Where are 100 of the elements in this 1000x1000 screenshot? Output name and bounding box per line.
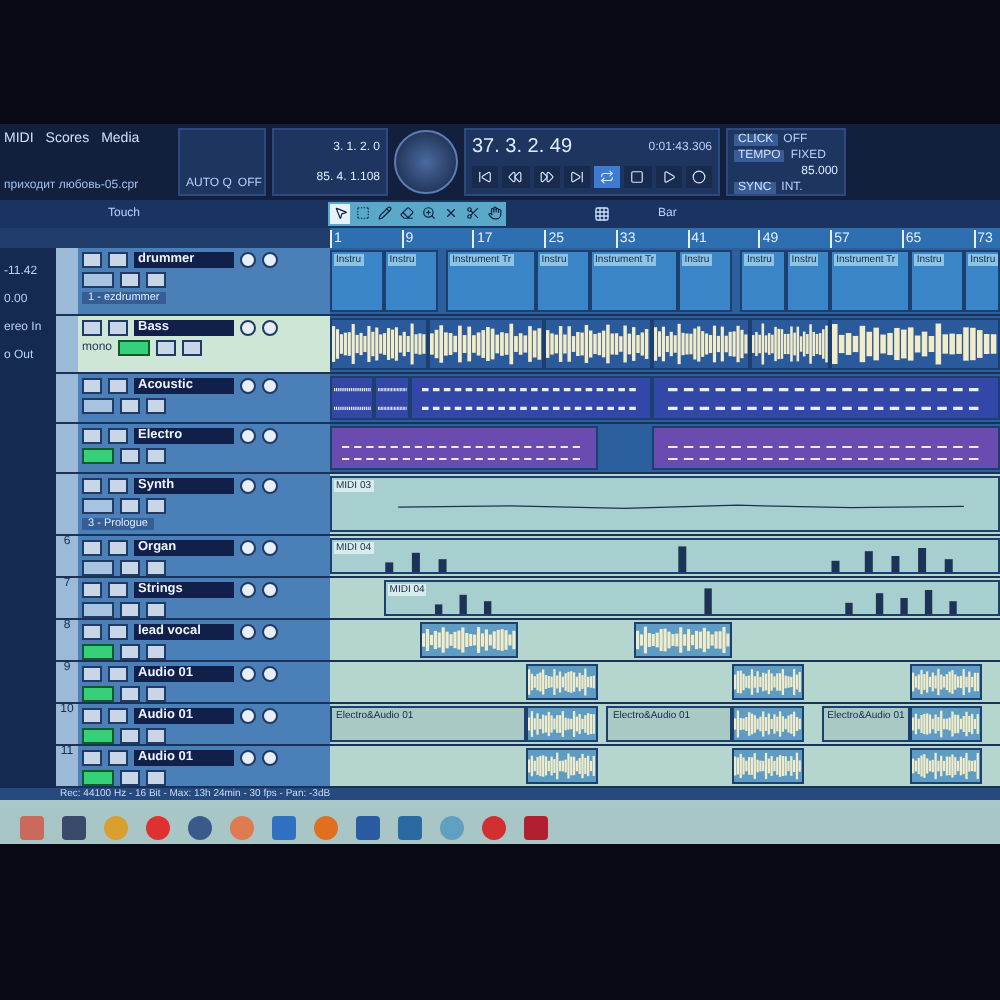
audio-event[interactable] xyxy=(732,747,804,784)
insert-button[interactable] xyxy=(146,497,166,514)
midi-event[interactable] xyxy=(410,375,652,420)
solo-button[interactable] xyxy=(108,749,128,766)
audio-event[interactable] xyxy=(651,317,750,370)
round-app-icon[interactable] xyxy=(146,815,170,840)
record-enable-button[interactable] xyxy=(240,477,256,494)
edit-button[interactable] xyxy=(120,397,140,414)
monitor-button[interactable] xyxy=(82,271,114,288)
monitor-dot-button[interactable] xyxy=(262,539,278,556)
transport-button[interactable] xyxy=(502,166,529,188)
audio-event[interactable] xyxy=(732,705,804,742)
mute-button[interactable] xyxy=(82,665,102,682)
square-app-icon[interactable] xyxy=(398,815,422,840)
monitor-button[interactable] xyxy=(82,559,114,576)
audio-event[interactable] xyxy=(633,621,732,658)
edit-button[interactable] xyxy=(120,497,140,514)
monitor-button[interactable] xyxy=(82,601,114,618)
audio-event[interactable] xyxy=(419,621,518,658)
edit-button[interactable] xyxy=(120,643,140,660)
mute-button[interactable] xyxy=(82,477,102,494)
solo-button[interactable] xyxy=(108,581,128,598)
record-enable-button[interactable] xyxy=(240,623,256,640)
edit-button[interactable] xyxy=(120,271,140,288)
monitor-dot-button[interactable] xyxy=(262,665,278,682)
solo-button[interactable] xyxy=(108,539,128,556)
monitor-dot-button[interactable] xyxy=(262,581,278,598)
monitor-button[interactable] xyxy=(82,769,114,786)
edit-button[interactable] xyxy=(120,769,140,786)
stop-button[interactable] xyxy=(624,166,651,188)
edit-button[interactable] xyxy=(120,727,140,744)
grid-icon[interactable] xyxy=(594,205,611,222)
square-app-icon[interactable] xyxy=(272,815,296,840)
edit-button[interactable] xyxy=(120,685,140,702)
transport-button[interactable] xyxy=(563,166,590,188)
audio-event[interactable] xyxy=(732,663,804,700)
monitor-dot-button[interactable] xyxy=(262,477,278,494)
mute-button[interactable] xyxy=(82,539,102,556)
record-button[interactable] xyxy=(685,166,712,188)
insert-button[interactable] xyxy=(146,769,166,786)
tool-button[interactable] xyxy=(484,203,505,224)
monitor-dot-button[interactable] xyxy=(262,707,278,724)
audio-event[interactable] xyxy=(544,317,652,370)
insert-button[interactable] xyxy=(146,727,166,744)
edit-button[interactable] xyxy=(120,447,140,464)
tool-button[interactable] xyxy=(374,203,395,224)
solo-button[interactable] xyxy=(108,251,128,268)
monitor-button[interactable] xyxy=(82,397,114,414)
monitor-button[interactable] xyxy=(82,727,114,744)
record-enable-button[interactable] xyxy=(240,427,256,444)
insert-button[interactable] xyxy=(146,271,166,288)
record-enable-button[interactable] xyxy=(240,749,256,766)
audio-event[interactable] xyxy=(428,317,545,370)
midi-event[interactable] xyxy=(651,425,1000,470)
transport-button[interactable] xyxy=(472,166,499,188)
mute-button[interactable] xyxy=(82,623,102,640)
midi-event[interactable] xyxy=(651,375,1000,420)
audio-event[interactable] xyxy=(526,705,598,742)
audio-event[interactable] xyxy=(910,663,983,700)
tool-button[interactable] xyxy=(396,203,417,224)
insert-button[interactable] xyxy=(146,685,166,702)
square-app-icon[interactable] xyxy=(356,815,380,840)
monitor-dot-button[interactable] xyxy=(262,377,278,394)
monitor-button[interactable] xyxy=(82,685,114,702)
edit-button[interactable] xyxy=(120,559,140,576)
record-enable-button[interactable] xyxy=(240,707,256,724)
audio-event[interactable] xyxy=(526,747,598,784)
insert-button[interactable] xyxy=(146,643,166,660)
solo-button[interactable] xyxy=(108,665,128,682)
solo-button[interactable] xyxy=(108,377,128,394)
mute-button[interactable] xyxy=(82,427,102,444)
square-app-icon[interactable] xyxy=(62,815,86,840)
tool-button[interactable] xyxy=(330,203,351,224)
midi-event[interactable] xyxy=(374,375,411,420)
round-app-icon[interactable] xyxy=(482,815,506,840)
cycle-button[interactable] xyxy=(594,166,621,188)
play-button[interactable] xyxy=(655,166,682,188)
audio-event[interactable] xyxy=(910,705,983,742)
insert-button[interactable] xyxy=(146,559,166,576)
edit-button[interactable] xyxy=(156,339,177,356)
mute-button[interactable] xyxy=(82,581,102,598)
mute-button[interactable] xyxy=(82,377,102,394)
monitor-dot-button[interactable] xyxy=(262,623,278,640)
jog-wheel[interactable] xyxy=(394,130,458,194)
insert-button[interactable] xyxy=(146,397,166,414)
solo-button[interactable] xyxy=(108,427,128,444)
solo-button[interactable] xyxy=(108,707,128,724)
monitor-dot-button[interactable] xyxy=(262,251,278,268)
midi-event[interactable] xyxy=(330,425,598,470)
record-enable-button[interactable] xyxy=(240,539,256,556)
monitor-dot-button[interactable] xyxy=(262,427,278,444)
solo-button[interactable] xyxy=(108,477,128,494)
edit-button[interactable] xyxy=(120,601,140,618)
record-enable-button[interactable] xyxy=(240,665,256,682)
audio-event[interactable] xyxy=(749,317,831,370)
mute-button[interactable] xyxy=(82,319,102,336)
round-app-icon[interactable] xyxy=(188,815,212,840)
record-enable-button[interactable] xyxy=(240,319,256,336)
transport-button[interactable] xyxy=(533,166,560,188)
audio-event[interactable] xyxy=(526,663,598,700)
